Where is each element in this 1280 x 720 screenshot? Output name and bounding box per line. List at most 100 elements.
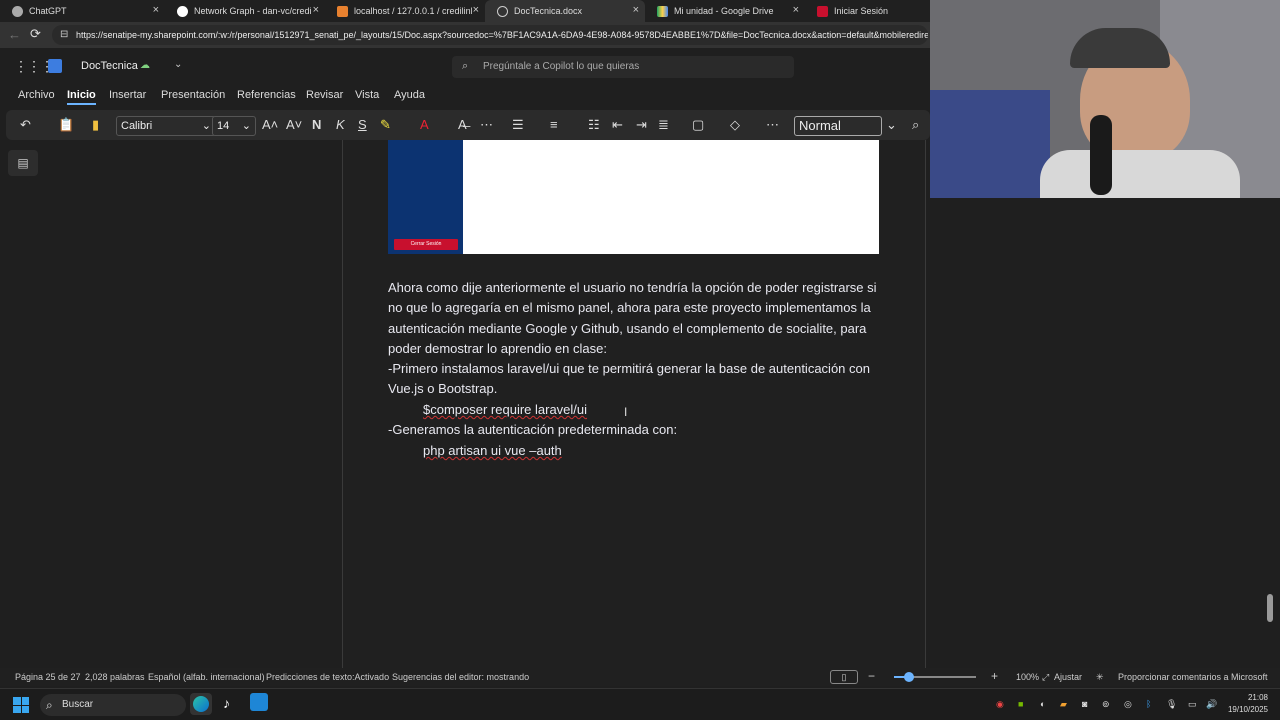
tab-inicio[interactable]: Inicio <box>67 89 96 105</box>
page-count: Página 25 de 27 <box>15 672 81 682</box>
scrollbar-thumb[interactable] <box>1267 594 1273 622</box>
tab-archivo[interactable]: Archivo <box>18 89 55 101</box>
style-select[interactable]: Normal <box>794 116 882 136</box>
microphone-icon[interactable]: 🎙 <box>1166 699 1177 710</box>
refresh-icon[interactable]: ⟳ <box>30 26 41 42</box>
borders-icon[interactable]: ▢ <box>692 117 704 133</box>
tray-folder-icon[interactable]: ▰ <box>1060 699 1067 710</box>
back-icon[interactable]: ← <box>8 27 21 42</box>
paragraph-step2[interactable]: -Generamos la autenticación predetermina… <box>388 420 878 440</box>
fit-icon[interactable]: ⤢ <box>1042 672 1049 683</box>
code-line-artisan[interactable]: php artisan ui vue –auth <box>388 441 878 461</box>
microphone-icon <box>1090 115 1112 195</box>
align-icon[interactable]: ≣ <box>658 117 669 133</box>
right-empty-pane <box>926 198 1280 668</box>
document-title[interactable]: DocTecnica <box>81 60 138 72</box>
close-tab-icon[interactable]: × <box>473 4 479 16</box>
close-tab-icon[interactable]: × <box>153 4 159 16</box>
close-tab-icon[interactable]: × <box>313 4 319 16</box>
editor-suggestions[interactable]: Sugerencias del editor: mostrando <box>392 672 529 682</box>
font-size-select[interactable]: 14 ⌄ <box>212 116 256 136</box>
more-icon[interactable]: ⋯ <box>766 117 779 133</box>
copilot-search[interactable]: ⌕ Pregúntale a Copilot lo que quieras <box>452 56 794 78</box>
word-count[interactable]: 2,028 palabras <box>85 672 145 682</box>
shading-icon[interactable]: ◇ <box>730 117 740 133</box>
paragraph-step1[interactable]: -Primero instalamos laravel/ui que te pe… <box>388 359 878 400</box>
tiktok-icon[interactable]: ♪ <box>223 695 230 711</box>
discord-icon[interactable]: ◙ <box>1082 699 1087 709</box>
volume-icon[interactable]: 🔊 <box>1206 699 1217 710</box>
numbering-icon[interactable]: ≡ <box>550 117 558 133</box>
ribbon-toolbar: ↶ 📋 ▮ Calibri ⌄ 14 ⌄ A˄ A˅ N K S ✎ A A̶ ⋯ … <box>6 110 930 140</box>
feedback-link[interactable]: Proporcionar comentarios a Microsoft <box>1118 672 1268 682</box>
tab-iniciar-sesion[interactable]: Iniciar Sesión <box>805 0 930 22</box>
list-icon[interactable]: ☷ <box>588 117 600 133</box>
bullets-icon[interactable]: ☰ <box>512 117 524 133</box>
paragraph-intro[interactable]: Ahora como dije anteriormente el usuario… <box>388 278 878 359</box>
zoom-slider-thumb[interactable] <box>903 672 914 682</box>
chevron-down-icon[interactable]: ⌄ <box>886 117 897 133</box>
underline-icon[interactable]: S <box>358 117 367 133</box>
bold-icon[interactable]: N <box>312 117 321 133</box>
tray-icon[interactable]: ◐ <box>1040 699 1045 709</box>
tab-ayuda[interactable]: Ayuda <box>394 89 425 101</box>
search-input[interactable]: Pregúntale a Copilot lo que quieras <box>483 61 639 72</box>
format-painter-icon[interactable]: ▮ <box>92 117 99 133</box>
close-tab-icon[interactable]: × <box>633 4 639 16</box>
chevron-down-icon: ⌄ <box>241 120 251 132</box>
zoom-level[interactable]: 100% <box>1016 672 1039 682</box>
fit-button[interactable]: Ajustar <box>1054 672 1082 682</box>
tray-icon[interactable]: ⊚ <box>1102 699 1110 710</box>
screenshot-sidebar <box>388 140 463 254</box>
zoom-out-icon[interactable]: − <box>868 669 875 683</box>
tab-network-graph[interactable]: Network Graph - dan-vc/credilink × <box>165 0 325 22</box>
zoom-slider[interactable] <box>894 672 976 682</box>
tray-app-icon[interactable]: ◉ <box>996 699 1004 710</box>
vscode-icon[interactable] <box>250 693 268 711</box>
tab-insertar[interactable]: Insertar <box>109 89 146 101</box>
outdent-icon[interactable]: ⇤ <box>612 117 623 133</box>
page-view-icon[interactable]: ▯ <box>830 670 858 684</box>
tab-presentacion[interactable]: Presentación <box>161 89 225 101</box>
navigation-icon[interactable]: ▤ <box>8 150 38 176</box>
tab-doctecnica[interactable]: DocTecnica.docx × <box>485 0 645 22</box>
site-info-icon[interactable]: ⊟ <box>60 29 68 40</box>
tab-vista[interactable]: Vista <box>355 89 379 101</box>
clear-format-icon[interactable]: A̶ <box>458 117 467 133</box>
tab-referencias[interactable]: Referencias <box>237 89 296 101</box>
clock-date[interactable]: 19/10/2025 <box>1218 705 1268 714</box>
more-icon[interactable]: ⋯ <box>480 117 493 133</box>
windows-start-icon[interactable] <box>13 697 29 713</box>
edge-app[interactable] <box>190 693 212 715</box>
tab-chatgpt[interactable]: ChatGPT × <box>0 0 165 22</box>
tab-localhost[interactable]: localhost / 127.0.0.1 / credilink_la × <box>325 0 485 22</box>
chevron-down-icon[interactable]: ⌄ <box>174 59 182 70</box>
paste-icon[interactable]: 📋 <box>58 117 74 133</box>
grow-font-icon[interactable]: A˄ <box>262 117 278 133</box>
tab-revisar[interactable]: Revisar <box>306 89 343 101</box>
shrink-font-icon[interactable]: A˅ <box>286 117 302 133</box>
url-field[interactable]: https://senatipe-my.sharepoint.com/:w:/r… <box>52 25 928 45</box>
taskbar-search[interactable]: ⌕ Buscar <box>40 694 186 716</box>
phpmyadmin-icon <box>337 5 348 17</box>
highlight-icon[interactable]: ✎ <box>380 117 391 133</box>
steam-icon[interactable]: ◎ <box>1124 699 1132 710</box>
indent-icon[interactable]: ⇥ <box>636 117 647 133</box>
font-family-select[interactable]: Calibri ⌄ <box>116 116 216 136</box>
feedback-icon[interactable]: ✳ <box>1096 672 1104 683</box>
bluetooth-icon[interactable]: ᛒ <box>1146 699 1151 709</box>
network-icon[interactable]: ▭ <box>1188 699 1197 710</box>
find-icon[interactable]: ⌕ <box>912 117 919 133</box>
undo-icon[interactable]: ↶ <box>20 117 31 133</box>
nvidia-icon[interactable]: ■ <box>1018 699 1023 709</box>
text-predictions[interactable]: Predicciones de texto:Activado <box>266 672 389 682</box>
italic-icon[interactable]: K <box>336 117 345 133</box>
clock-time[interactable]: 21:08 <box>1228 693 1268 702</box>
tab-google-drive[interactable]: Mi unidad - Google Drive × <box>645 0 805 22</box>
language[interactable]: Español (alfab. internacional) <box>148 672 265 682</box>
close-tab-icon[interactable]: × <box>793 4 799 16</box>
code-line-composer[interactable]: $composer require laravel/ui <box>388 400 878 420</box>
text-cursor-icon: I <box>624 405 628 419</box>
font-color-icon[interactable]: A <box>420 117 429 133</box>
zoom-in-icon[interactable]: + <box>991 669 998 683</box>
